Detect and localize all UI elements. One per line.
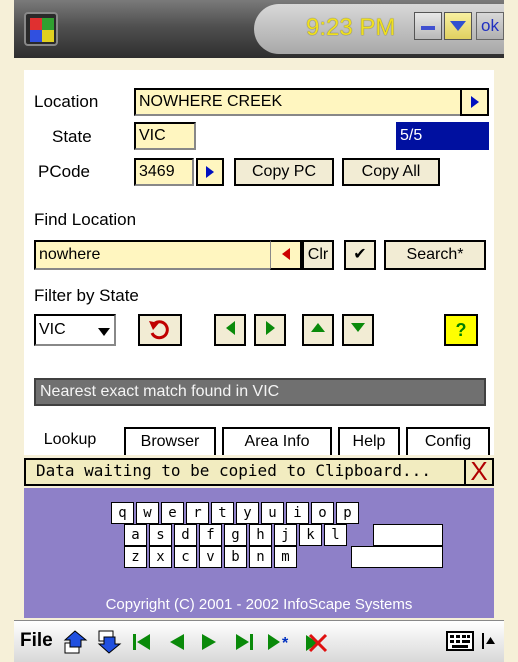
arrow-down-icon (351, 323, 365, 333)
key-f[interactable]: f (199, 524, 222, 546)
last-record-icon[interactable] (234, 633, 254, 651)
chevron-down-icon (450, 21, 466, 31)
key-n[interactable]: n (249, 546, 272, 568)
tab-browser[interactable]: Browser (124, 427, 216, 455)
location-field[interactable]: NOWHERE CREEK (134, 88, 489, 116)
key-z[interactable]: z (124, 546, 147, 568)
input-panel-arrow-icon[interactable] (482, 633, 496, 649)
delete-record-icon[interactable] (304, 633, 330, 653)
soft-keyboard: qwertyuiop asdfghjkl zxcvbnm Copyright (… (24, 488, 494, 618)
key-t[interactable]: t (211, 502, 234, 524)
key-h[interactable]: h (249, 524, 272, 546)
keyboard-icon[interactable] (446, 631, 474, 651)
find-location-input[interactable]: nowhere (34, 240, 302, 270)
location-next-button[interactable] (460, 88, 489, 116)
new-record-icon[interactable]: * (266, 633, 296, 651)
pcode-label: PCode (38, 162, 90, 181)
backspace-button[interactable] (270, 240, 302, 270)
upload-icon[interactable] (62, 629, 88, 655)
tab-config[interactable]: Config (406, 427, 490, 455)
key-g[interactable]: g (224, 524, 247, 546)
arrow-right-icon (265, 320, 275, 335)
key-y[interactable]: y (236, 502, 259, 524)
pcode-field[interactable]: 3469 (134, 158, 194, 186)
key-x[interactable]: x (149, 546, 172, 568)
copy-all-button[interactable]: Copy All (342, 158, 440, 186)
match-count: 5/5 (396, 122, 489, 150)
filter-by-state-label: Filter by State (34, 286, 139, 305)
key-enter[interactable] (373, 524, 443, 546)
file-menu[interactable]: File (20, 630, 53, 652)
key-j[interactable]: j (274, 524, 297, 546)
tab-lookup[interactable]: Lookup (24, 427, 116, 455)
down-button[interactable] (342, 314, 374, 346)
up-button[interactable] (302, 314, 334, 346)
key-s[interactable]: s (149, 524, 172, 546)
arrow-right-icon (206, 165, 214, 178)
help-button[interactable]: ? (444, 314, 478, 346)
menu-bar: File * (14, 620, 504, 662)
start-menu-button[interactable] (24, 12, 58, 46)
arrow-left-icon (281, 247, 290, 260)
key-i[interactable]: i (286, 502, 309, 524)
key-b[interactable]: b (224, 546, 247, 568)
previous-record-icon[interactable] (168, 633, 186, 651)
clear-button[interactable]: Clr (302, 240, 334, 270)
arrow-left-icon (225, 320, 235, 335)
key-l[interactable]: l (324, 524, 347, 546)
close-icon[interactable]: X (464, 458, 492, 486)
reset-button[interactable] (138, 314, 182, 346)
key-o[interactable]: o (311, 502, 334, 524)
state-field[interactable]: VIC (134, 122, 196, 150)
key-space[interactable] (351, 546, 443, 568)
lookup-panel: Location NOWHERE CREEK State VIC 5/5 PCo… (24, 70, 494, 455)
key-w[interactable]: w (136, 502, 159, 524)
status-message: Nearest exact match found in VIC (34, 378, 486, 406)
key-m[interactable]: m (274, 546, 297, 568)
arrow-up-icon (311, 323, 325, 333)
tab-area-info[interactable]: Area Info (222, 427, 332, 455)
copyright-text: Copyright (C) 2001 - 2002 InfoScape Syst… (105, 596, 413, 613)
next-record-icon[interactable] (200, 633, 218, 651)
key-v[interactable]: v (199, 546, 222, 568)
ok-button[interactable]: ok (476, 12, 504, 40)
check-button[interactable]: ✔ (344, 240, 376, 270)
minimize-button[interactable] (414, 12, 442, 40)
prev-button[interactable] (214, 314, 246, 346)
key-u[interactable]: u (261, 502, 284, 524)
svg-text:*: * (282, 635, 289, 651)
copy-pc-button[interactable]: Copy PC (234, 158, 334, 186)
tab-help[interactable]: Help (338, 427, 400, 455)
key-k[interactable]: k (299, 524, 322, 546)
key-p[interactable]: p (336, 502, 359, 524)
pda-screen: 9:23 PM ok Location NOWHERE CREEK State … (14, 0, 504, 662)
windows-logo-icon (30, 18, 42, 30)
key-q[interactable]: q (111, 502, 134, 524)
clock[interactable]: 9:23 PM (306, 14, 395, 42)
key-e[interactable]: e (161, 502, 184, 524)
chevron-down-icon (98, 328, 110, 336)
arrow-right-icon (470, 95, 479, 108)
minimize-icon (421, 26, 435, 30)
state-label: State (52, 127, 92, 146)
pcode-next-button[interactable] (196, 158, 224, 186)
clipboard-message: Data waiting to be copied to Clipboard..… (36, 461, 431, 480)
dropdown-button[interactable] (444, 12, 472, 40)
state-filter-select[interactable]: VIC (34, 314, 116, 346)
key-d[interactable]: d (174, 524, 197, 546)
key-r[interactable]: r (186, 502, 209, 524)
first-record-icon[interactable] (132, 633, 152, 651)
title-bar: 9:23 PM ok (14, 0, 504, 58)
search-button[interactable]: Search* (384, 240, 486, 270)
key-c[interactable]: c (174, 546, 197, 568)
key-a[interactable]: a (124, 524, 147, 546)
download-icon[interactable] (96, 629, 122, 655)
clipboard-bar: Data waiting to be copied to Clipboard..… (24, 458, 494, 486)
find-location-label: Find Location (34, 210, 137, 229)
next-button[interactable] (254, 314, 286, 346)
undo-icon (149, 320, 169, 340)
location-label: Location (34, 92, 99, 111)
